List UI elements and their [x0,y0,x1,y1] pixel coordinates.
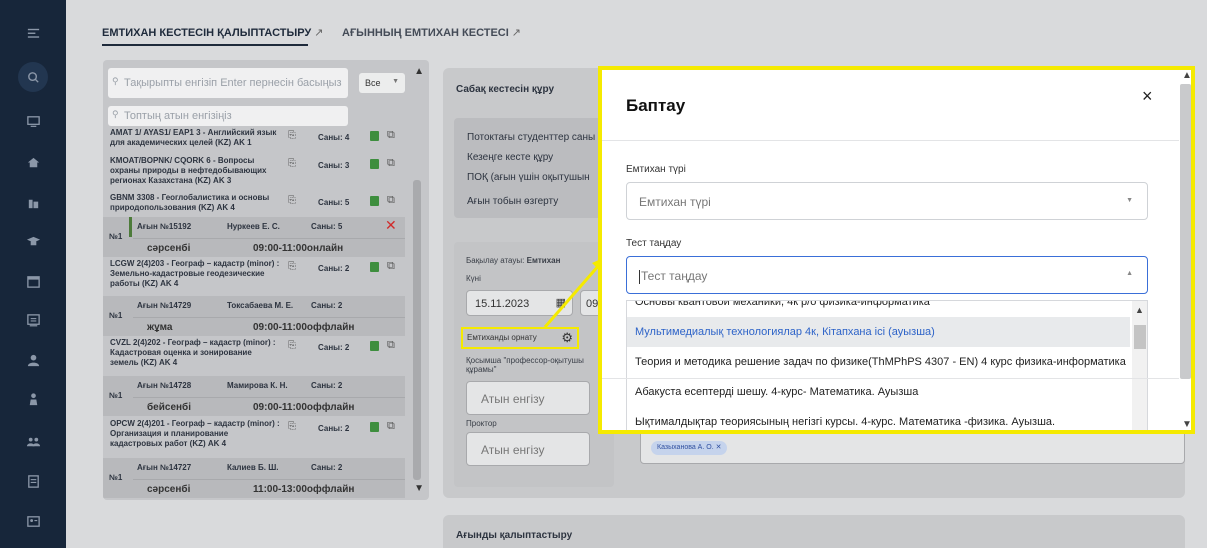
search-icon[interactable] [18,62,48,92]
table-row[interactable]: №1 Ағын №15192 Нуркеев Е. С. Саны: 5 ✕ с… [103,217,405,257]
external-link-icon: ↗ [511,27,522,39]
scrollbar[interactable] [1180,84,1191,379]
stream-card-title: Ағынды қалыптастыру [456,530,573,541]
scroll-up-icon[interactable]: ▲ [414,66,424,77]
external-link-icon[interactable]: ⧉ [387,130,395,141]
users-icon[interactable] [22,430,44,452]
list-item[interactable]: Абакуста есептерді шешу. 4-курс- Математ… [627,377,1130,407]
excel-icon[interactable] [370,131,379,141]
home-icon[interactable] [22,151,44,173]
text-cursor [639,269,640,284]
table-row[interactable]: №1 Ағын №14728 Мамирова К. Н. Саны: 2 бе… [103,376,405,416]
excel-icon[interactable] [370,422,379,432]
list-item[interactable]: Ықтималдықтар теориясының негізгі курсы.… [627,407,1130,430]
modal-title: Баптау [626,96,686,115]
calendar-icon[interactable] [22,270,44,292]
card-title: Сабақ кестесін құру [456,84,555,95]
scroll-down-icon[interactable]: ▼ [1182,419,1191,430]
external-link-icon[interactable]: ⧉ [387,195,395,206]
proctor-input[interactable]: Атын енгізу [466,432,590,466]
active-tab-underline [102,44,308,46]
divider [133,317,405,318]
settings-modal: Баптау × ▲ ▼ Емтихан түрі Емтихан түрі ▼… [598,66,1195,434]
test-select[interactable]: Тест таңдау ▲ [626,256,1148,294]
external-link-icon[interactable]: ⧉ [387,340,395,351]
document-icon[interactable]: ⎘ [288,341,296,351]
menu-icon[interactable] [22,22,44,44]
excel-icon[interactable] [370,262,379,272]
document-icon[interactable]: ⎘ [288,422,296,432]
external-link-icon: ↗ [314,27,324,39]
document-icon[interactable]: ⎘ [288,159,296,169]
tab-stream-schedule[interactable]: АҒЫННЫҢ ЕМТИХАН КЕСТЕСІ ↗ [342,26,521,39]
filter-select[interactable]: Все ▼ [359,73,405,93]
chevron-up-icon[interactable]: ▲ [1135,305,1144,315]
active-marker [129,217,132,237]
test-dropdown-list: Основы квантовой механики, 4к р/о физика… [626,300,1148,430]
chevron-down-icon: ▼ [392,78,399,85]
list-item[interactable]: Мультимедиалық технологиялар 4к, Кітапха… [627,317,1130,347]
teacher-icon[interactable] [22,388,44,410]
tab-schedule-create[interactable]: ЕМТИХАН КЕСТЕСІН ҚАЛЫПТАСТЫРУ ↗ [102,26,323,39]
exam-settings-button[interactable]: Емтиханды орнату ⚙ [461,327,579,349]
close-icon[interactable]: ✕ [716,444,722,451]
scroll-up-icon[interactable]: ▲ [1182,70,1191,81]
excel-icon[interactable] [370,196,379,206]
date-input[interactable]: 15.11.2023 ▦ [466,290,573,316]
dropdown-scrollbar[interactable]: ▲ [1132,301,1147,430]
chevron-up-icon: ▲ [1126,270,1133,277]
exam-type-select[interactable]: Емтихан түрі ▼ [626,182,1148,220]
side-nav [0,0,66,548]
monitor-icon[interactable] [22,110,44,132]
document-icon[interactable] [22,470,44,492]
document-icon[interactable]: ⎘ [288,196,296,206]
external-link-icon[interactable]: ⧉ [387,261,395,272]
control-name: Бақылау атауы: Емтихан [466,256,561,265]
scrollbar[interactable] [413,180,421,480]
table-row[interactable]: №1 Ағын №14727 Калиев Б. Ш. Саны: 2 сәрс… [103,458,405,498]
list-item[interactable]: Теория и методика решение задач по физик… [627,347,1130,377]
divider [133,238,405,239]
document-icon[interactable]: ⎘ [288,262,296,272]
gear-icon: ⚙ [561,330,573,345]
divider [602,140,1179,141]
divider [133,397,405,398]
staff-chip[interactable]: Казыханова А. О. ✕ [651,441,728,455]
excel-icon[interactable] [370,341,379,351]
chevron-down-icon: ▼ [1126,197,1133,204]
divider [133,479,405,480]
document-icon[interactable]: ⎘ [288,131,296,141]
topic-search-input[interactable]: ⚲ Тақырыпты енгізіп Enter пернесін басың… [108,68,348,98]
table-row[interactable]: №1 Ағын №14729 Токсабаева М. Е. Саны: 2 … [103,296,405,336]
staff-name-input[interactable]: Атын енгізу [466,381,590,415]
calendar-icon[interactable]: ▦ [556,296,566,309]
person-icon[interactable] [22,349,44,371]
board-icon[interactable] [22,309,44,331]
group-search-input[interactable]: ⚲ Топтың атын енгізіңіз [108,106,348,126]
external-link-icon[interactable]: ⧉ [387,421,395,432]
list-item[interactable]: Основы квантовой механики, 4к р/о физика… [627,301,1130,317]
search-icon: ⚲ [112,109,119,119]
scroll-down-icon[interactable]: ▼ [414,483,424,494]
id-card-icon[interactable] [22,510,44,532]
selected-staff-field[interactable]: Казыханова А. О. ✕ [640,430,1185,464]
search-icon: ⚲ [112,76,119,86]
divider [602,378,1179,379]
excel-icon[interactable] [370,159,379,169]
course-list-panel: ⚲ Тақырыпты енгізіп Enter пернесін басың… [103,60,429,500]
graduation-icon[interactable] [22,230,44,252]
close-icon[interactable]: × [1142,86,1153,107]
books-icon[interactable] [22,192,44,214]
scroll-thumb[interactable] [1134,325,1146,349]
remove-icon[interactable]: ✕ [385,217,397,234]
external-link-icon[interactable]: ⧉ [387,158,395,169]
